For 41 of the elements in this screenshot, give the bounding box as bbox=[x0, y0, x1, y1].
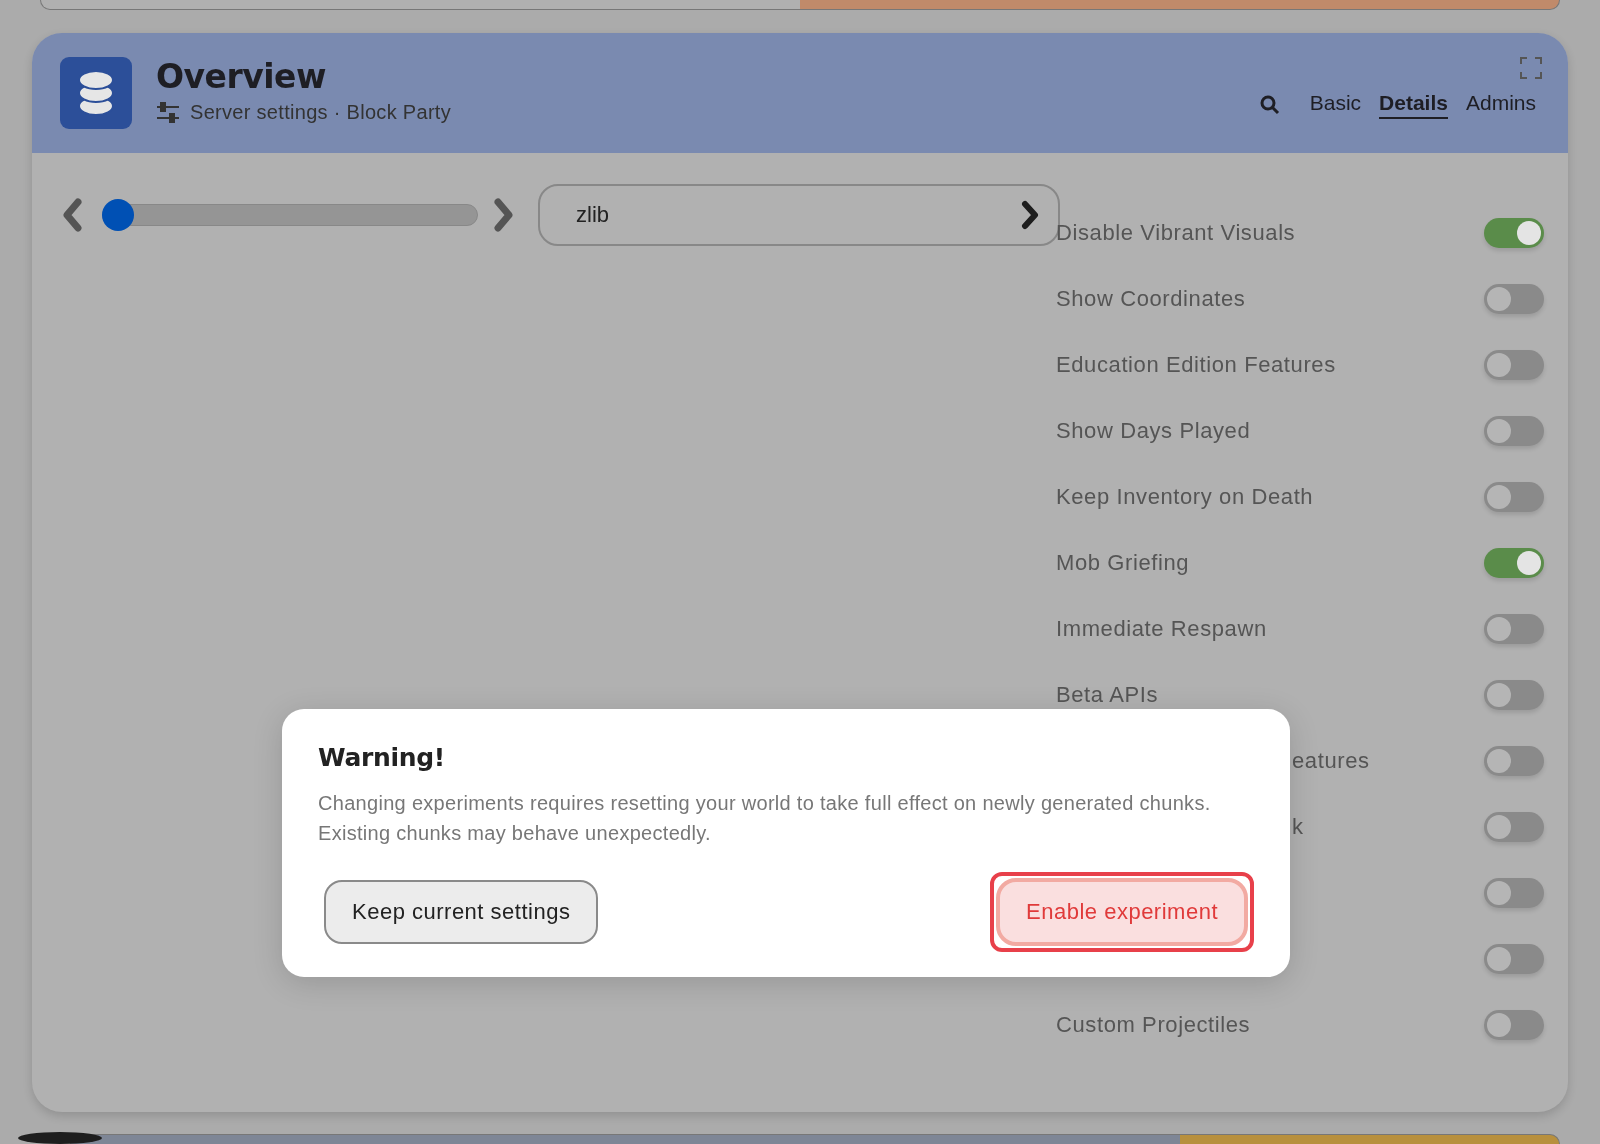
setting-label: k bbox=[1291, 814, 1304, 840]
toggle-switch[interactable] bbox=[1484, 614, 1544, 644]
setting-label: Keep Inventory on Death bbox=[1056, 484, 1314, 510]
enable-button[interactable]: Enable experiment bbox=[996, 878, 1248, 946]
toggle-switch[interactable] bbox=[1484, 416, 1544, 446]
chevron-left-icon[interactable] bbox=[62, 198, 84, 232]
toggle-switch[interactable] bbox=[1484, 878, 1544, 908]
toggle-switch[interactable] bbox=[1484, 218, 1544, 248]
dialog-title: Warning! bbox=[318, 743, 446, 772]
setting-label: Show Coordinates bbox=[1056, 286, 1246, 312]
toggle-switch[interactable] bbox=[1484, 944, 1544, 974]
tab[interactable]: Details bbox=[1379, 91, 1448, 119]
chevron-right-icon[interactable] bbox=[492, 198, 514, 232]
search-icon[interactable] bbox=[1259, 95, 1280, 115]
slider-thumb[interactable] bbox=[102, 199, 134, 231]
slider[interactable] bbox=[102, 199, 478, 231]
toggle-switch[interactable] bbox=[1484, 284, 1544, 314]
breadcrumb: Server settings · Block Party bbox=[190, 101, 451, 124]
expand-icon[interactable] bbox=[1520, 57, 1542, 79]
page-title: Overview bbox=[156, 57, 327, 97]
toggle-switch[interactable] bbox=[1484, 548, 1544, 578]
database-icon bbox=[77, 69, 115, 117]
keep-button[interactable]: Keep current settings bbox=[324, 880, 599, 944]
toggle-switch[interactable] bbox=[1484, 350, 1544, 380]
chevron-right-icon bbox=[1020, 200, 1040, 230]
toggle-switch[interactable] bbox=[1484, 1010, 1544, 1040]
toggle-switch[interactable] bbox=[1484, 812, 1544, 842]
setting-label: Beta APIs bbox=[1056, 682, 1158, 708]
tab[interactable]: Basic bbox=[1309, 91, 1362, 119]
sliders-icon bbox=[156, 101, 180, 124]
tab[interactable]: Admins bbox=[1465, 91, 1536, 119]
setting-label: Show Days Played bbox=[1056, 418, 1251, 444]
setting-label: eatures bbox=[1291, 748, 1370, 774]
toggle-switch[interactable] bbox=[1484, 482, 1544, 512]
toggle-switch[interactable] bbox=[1484, 746, 1544, 776]
setting-label: Immediate Respawn bbox=[1056, 616, 1267, 642]
setting-label: Custom Projectiles bbox=[1056, 1012, 1251, 1038]
dialog-message: Changing experiments requires resetting your world to take full effect on newly generated chunks. Existing chunks may behave unexpectedly. bbox=[318, 791, 1212, 846]
toggle-switch[interactable] bbox=[1484, 680, 1544, 710]
setting-label: Education Edition Features bbox=[1056, 352, 1336, 378]
setting-label: Mob Griefing bbox=[1056, 550, 1190, 576]
